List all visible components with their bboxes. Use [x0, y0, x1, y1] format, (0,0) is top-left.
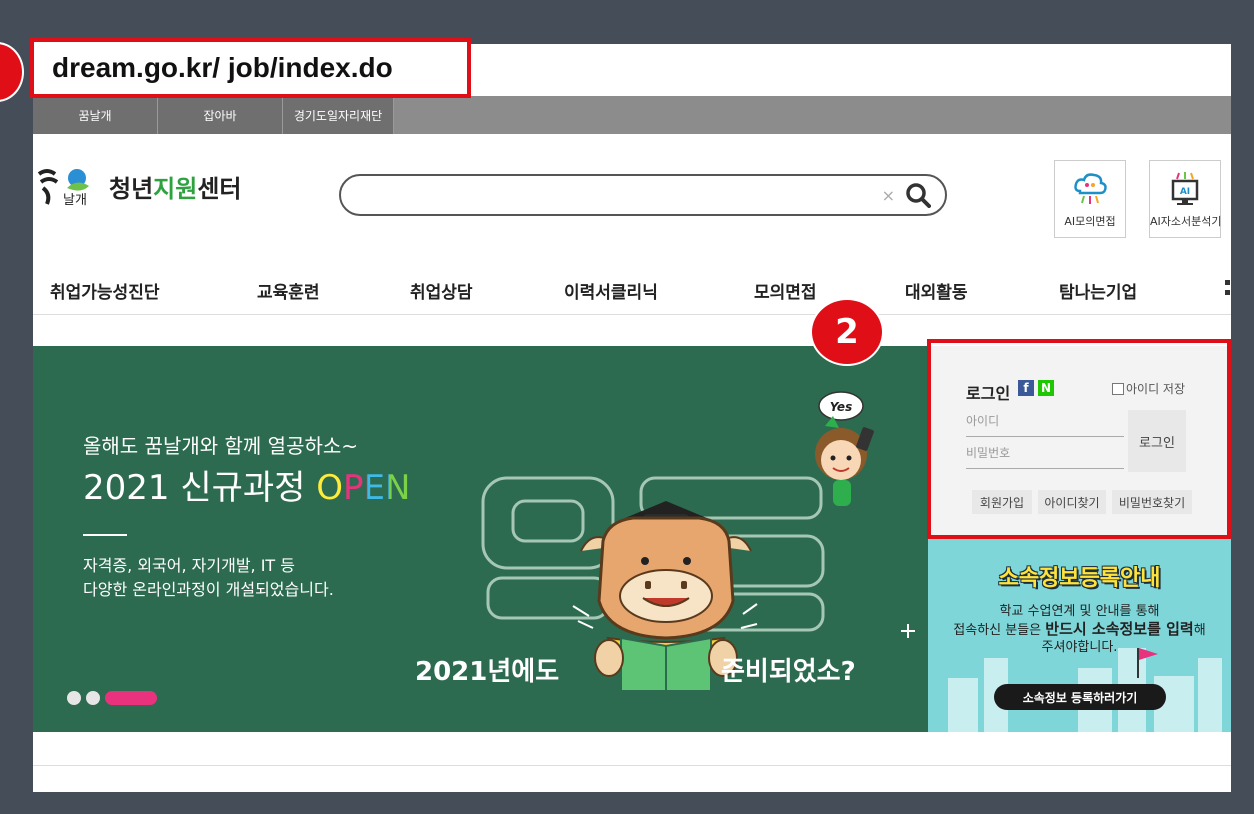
main-nav: 취업가능성진단 교육훈련 취업상담 이력서클리닉 모의면접 대외활동 탐나는기업	[33, 264, 1231, 315]
banner-subtext-2: 다양한 온라인과정이 개설되었습니다.	[83, 580, 334, 599]
family-site-bar: 꿈날개 잡아바 경기도일자리재단	[33, 96, 1231, 134]
girl-character-icon: Yes	[815, 391, 874, 506]
svg-text:AI: AI	[1180, 187, 1190, 197]
url-callout: dream.go.kr/ job/index.do	[30, 38, 471, 98]
search-icon[interactable]	[905, 182, 931, 208]
nav-attractive-companies[interactable]: 탐나는기업	[1059, 278, 1137, 303]
login-panel: 로그인 f N 아이디 저장 아이디 비밀번호 로그인 회원가입 아이디찾기 비…	[928, 346, 1231, 538]
register-affiliation-button[interactable]: 소속정보 등록하러가기	[994, 684, 1166, 710]
search-bar: ×	[339, 174, 947, 216]
password-field[interactable]: 비밀번호	[966, 444, 1124, 469]
facebook-login-icon[interactable]: f	[1018, 380, 1034, 396]
main-banner[interactable]: 열공 Yes	[33, 346, 928, 732]
carousel-dot-2[interactable]	[86, 691, 100, 705]
id-field[interactable]: 아이디	[966, 412, 1124, 437]
more-menu-icon[interactable]	[1225, 278, 1231, 300]
signup-button[interactable]: 회원가입	[972, 490, 1032, 514]
url-text: dream.go.kr/ job/index.do	[52, 52, 393, 83]
site-tab-gyeonggi-job-foundation[interactable]: 경기도일자리재단	[283, 96, 394, 134]
banner-slogan-right: 준비되었소?	[721, 657, 856, 687]
checkbox-icon	[1112, 382, 1124, 395]
login-button[interactable]: 로그인	[1128, 410, 1186, 472]
nav-mock-interview[interactable]: 모의면접	[754, 278, 817, 303]
login-title: 로그인	[966, 384, 1011, 403]
naver-login-icon[interactable]: N	[1038, 380, 1054, 396]
find-id-button[interactable]: 아이디찾기	[1038, 490, 1106, 514]
dreamwing-logo-icon: 날개	[37, 164, 97, 208]
step-marker-1	[0, 42, 24, 102]
nav-education-training[interactable]: 교육훈련	[257, 278, 320, 303]
save-id-checkbox[interactable]: 아이디 저장	[1112, 380, 1185, 397]
ai-interview-button[interactable]: AI모의면접	[1054, 160, 1126, 238]
step-marker-2: 2	[810, 298, 884, 366]
banner-slogan-left: 2021년에도	[415, 657, 560, 687]
divider	[83, 534, 127, 536]
site-logo[interactable]: 날개 청년지원센터	[37, 164, 242, 208]
carousel-indicators	[67, 691, 157, 705]
carousel-dot-1[interactable]	[67, 691, 81, 705]
nav-employability-diagnosis[interactable]: 취업가능성진단	[50, 278, 159, 303]
svg-text:날개: 날개	[63, 193, 87, 208]
divider	[33, 765, 1231, 766]
ai-interview-icon	[1074, 173, 1107, 204]
affiliation-notice-banner[interactable]: 소속정보등록안내 학교 수업연계 및 안내를 통해 접속하신 분들은 반드시 소…	[928, 538, 1231, 732]
clear-icon[interactable]: ×	[882, 186, 895, 205]
nav-job-counseling[interactable]: 취업상담	[410, 278, 473, 303]
site-tab-jobaba[interactable]: 잡아바	[158, 96, 283, 134]
svg-text:Yes: Yes	[830, 400, 852, 414]
notice-text-3: 주셔야합니다.	[1041, 640, 1118, 655]
ai-resume-analyzer-button[interactable]: AI AI자소서분석기	[1149, 160, 1222, 238]
banner-tagline: 올해도 꿈날개와 함께 열공하소~	[83, 434, 359, 458]
find-password-button[interactable]: 비밀번호찾기	[1112, 490, 1192, 514]
site-title: 청년지원센터	[109, 174, 242, 203]
notice-title: 소속정보등록안내	[998, 566, 1161, 591]
notice-text-1: 학교 수업연계 및 안내를 통해	[999, 604, 1160, 619]
browser-viewport: 꿈날개 잡아바 경기도일자리재단 날개 청년지원센터 × AI모의면접 AI A…	[33, 44, 1231, 792]
nav-resume-clinic[interactable]: 이력서클리닉	[564, 278, 658, 303]
banner-subtext-1: 자격증, 외국어, 자기개발, IT 등	[83, 556, 296, 575]
ai-resume-analyzer-icon: AI	[1171, 172, 1199, 205]
site-header: 날개 청년지원센터 × AI모의면접 AI AI자소서분석기	[33, 134, 1231, 264]
banner-headline: 2021 신규과정 OPEN	[83, 468, 411, 508]
site-tab-dreamwing[interactable]: 꿈날개	[33, 96, 158, 134]
carousel-dot-3-active[interactable]	[105, 691, 157, 705]
nav-extracurricular[interactable]: 대외활동	[905, 278, 968, 303]
search-input[interactable]	[359, 182, 883, 210]
